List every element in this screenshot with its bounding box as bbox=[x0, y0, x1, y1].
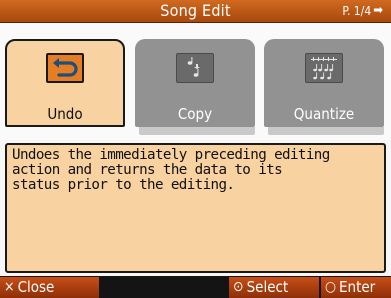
description-text: Undoes the immediately preceding editing… bbox=[12, 147, 330, 193]
copy-label: Copy bbox=[177, 105, 213, 123]
page-title: Song Edit bbox=[160, 1, 231, 20]
screen: Song Edit P. 1/4 ➡ Undo Copy Quantize Un… bbox=[0, 0, 391, 298]
copy-button[interactable]: Copy bbox=[135, 39, 255, 137]
quantize-icon bbox=[305, 53, 343, 83]
next-page-arrow-icon[interactable]: ➡ bbox=[373, 2, 383, 20]
page-indicator[interactable]: P. 1/4 ➡ bbox=[342, 2, 383, 20]
undo-button[interactable]: Undo bbox=[5, 39, 125, 137]
bottom-bar: × Close ⊙ Select ○ Enter bbox=[0, 276, 391, 298]
undo-label: Undo bbox=[47, 105, 83, 123]
close-button[interactable]: × Close bbox=[0, 277, 99, 298]
select-label: Select bbox=[246, 278, 289, 296]
enter-circle-icon: ○ bbox=[325, 279, 336, 295]
enter-button[interactable]: ○ Enter bbox=[321, 277, 391, 298]
quantize-button[interactable]: Quantize bbox=[264, 39, 384, 137]
close-icon: × bbox=[4, 279, 15, 295]
undo-icon bbox=[46, 53, 84, 83]
enter-label: Enter bbox=[339, 278, 376, 296]
button-shadow bbox=[268, 127, 384, 135]
page-number: P. 1/4 bbox=[342, 4, 372, 18]
function-area: Undo Copy Quantize bbox=[0, 23, 391, 140]
dial-icon: ⊙ bbox=[233, 279, 244, 295]
description-panel: Undoes the immediately preceding editing… bbox=[5, 143, 386, 273]
select-button[interactable]: ⊙ Select bbox=[229, 277, 319, 298]
button-shadow bbox=[139, 127, 255, 135]
copy-icon bbox=[176, 53, 214, 83]
quantize-label: Quantize bbox=[293, 105, 355, 123]
title-bar: Song Edit P. 1/4 ➡ bbox=[0, 0, 391, 23]
close-label: Close bbox=[17, 278, 55, 296]
